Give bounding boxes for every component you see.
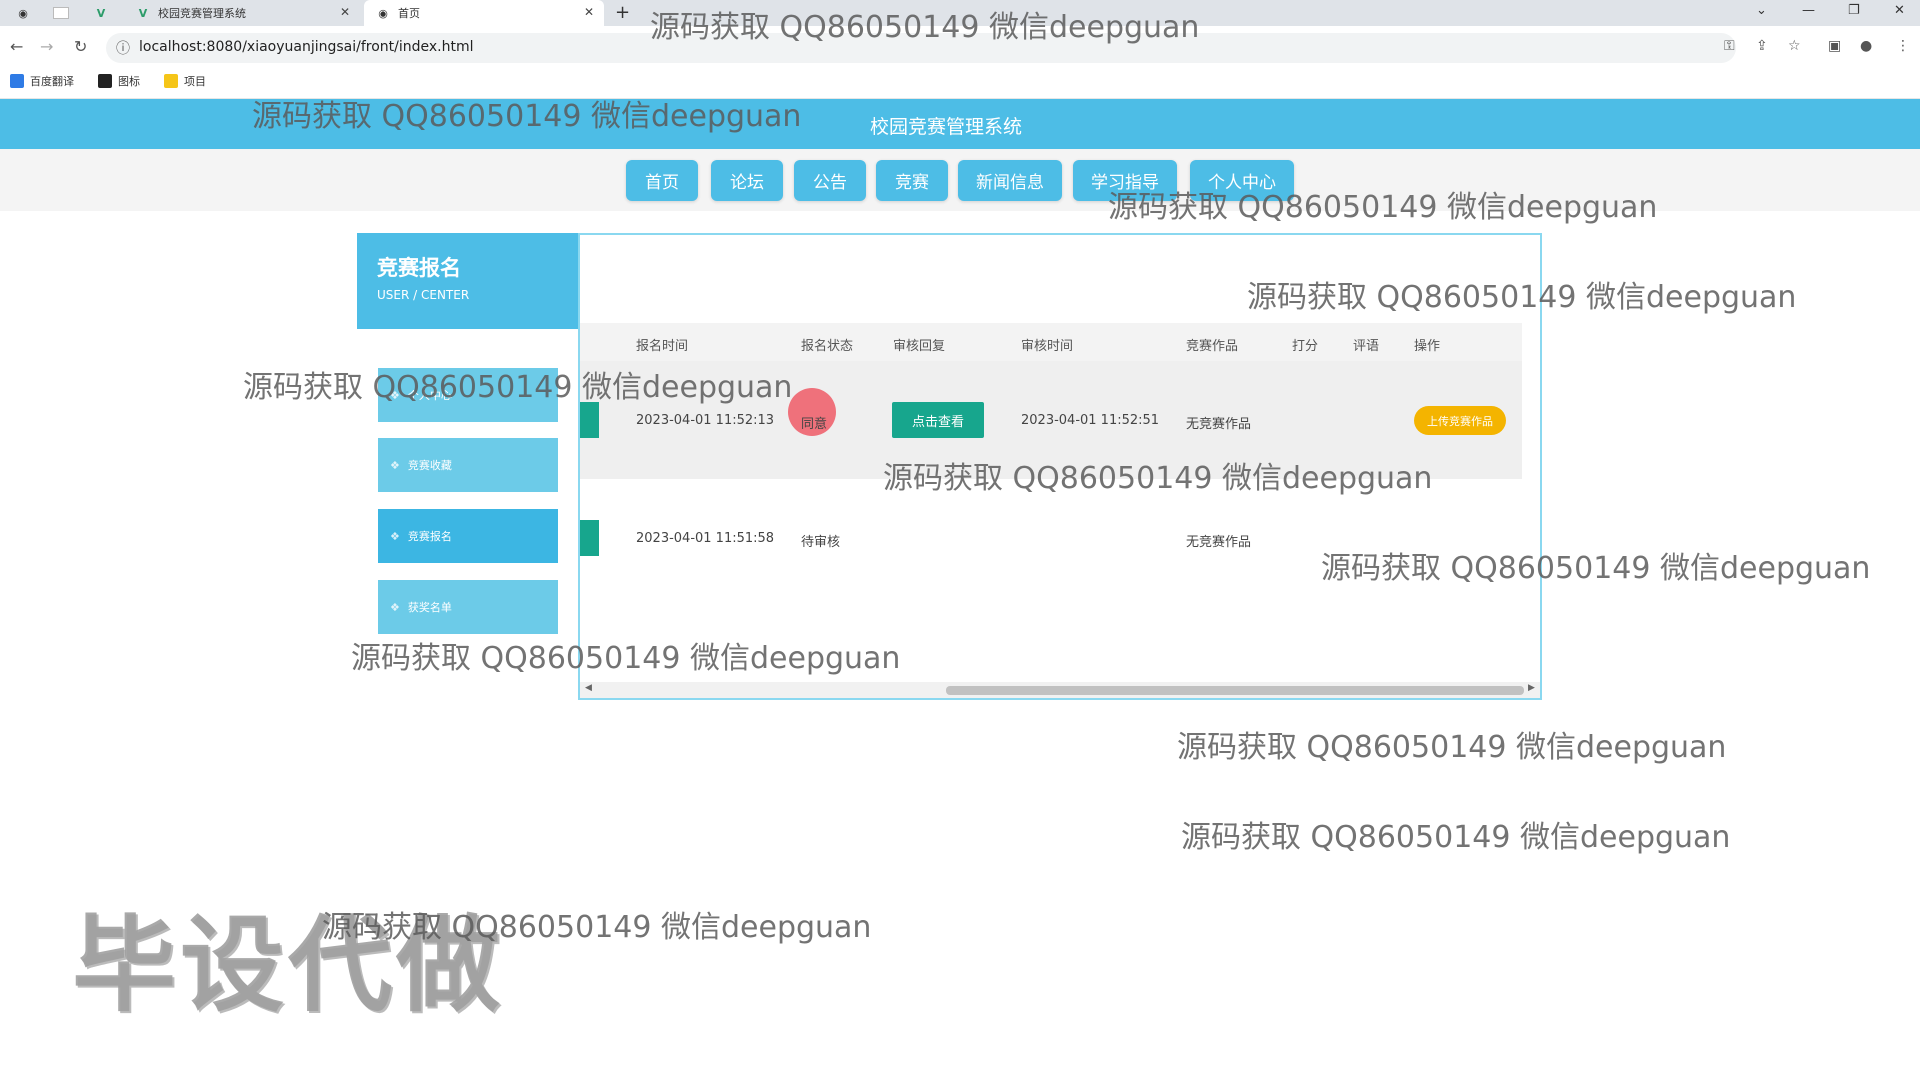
pinned-tab[interactable]: ◉ (8, 0, 38, 26)
bookmark-label: 图标 (118, 75, 140, 88)
row-action-button[interactable] (580, 520, 599, 556)
vue-logo-icon: V (96, 6, 106, 20)
bookmark-item[interactable]: 图标 (98, 73, 140, 89)
column-header: 评语 (1353, 339, 1380, 354)
sidebar-item-label: 获奖名单 (407, 601, 452, 614)
pinned-tab[interactable] (46, 0, 76, 26)
share-icon[interactable]: ⇪ (1756, 38, 1768, 54)
tab-home[interactable]: ◉ 首页 ✕ (364, 0, 604, 26)
blank-page-icon (53, 7, 69, 19)
view-reply-button[interactable]: 点击查看 (892, 402, 984, 438)
watermark-text: 源码获取 QQ86050149 微信deepguan (1321, 551, 1871, 586)
restore-button[interactable]: ❐ (1848, 3, 1860, 18)
registration-status: 待审核 (801, 535, 841, 550)
upload-work-button[interactable]: 上传竞赛作品 (1414, 406, 1506, 435)
minimize-button[interactable]: — (1802, 3, 1815, 18)
watermark-text: 源码获取 QQ86050149 微信deepguan (322, 910, 872, 945)
watermark-text: 源码获取 QQ86050149 微信deepguan (243, 370, 793, 405)
bookmark-label: 项目 (184, 75, 206, 88)
column-header: 审核回复 (893, 339, 946, 354)
scroll-right-arrow-icon[interactable]: ▶ (1528, 683, 1535, 693)
review-time: 2023-04-01 11:52:51 (1021, 413, 1160, 428)
watermark-text: 源码获取 QQ86050149 微信deepguan (1177, 730, 1727, 765)
vue-logo-icon: V (138, 6, 148, 20)
registration-time: 2023-04-01 11:52:13 (636, 413, 775, 428)
nav-item-forum[interactable]: 论坛 (711, 160, 783, 201)
menu-dots-icon[interactable]: ⋮ (1896, 38, 1910, 54)
tab-search-icon[interactable]: ⌄ (1756, 3, 1767, 18)
scrollbar-thumb[interactable] (946, 686, 1524, 695)
sidebar-item-award-list[interactable]: ❖ 获奖名单 (378, 580, 558, 634)
sidebar-subtitle: USER / CENTER (377, 288, 470, 302)
watermark-text: 源码获取 QQ86050149 微信deepguan (1181, 820, 1731, 855)
profile-icon[interactable]: ● (1860, 38, 1872, 54)
sidebar-item-label: 竞赛收藏 (407, 459, 452, 472)
pinned-tab[interactable]: V (86, 0, 116, 26)
sidebar-item-label: 竞赛报名 (407, 530, 452, 543)
menu-item-icon: ❖ (390, 458, 400, 472)
globe-icon: ◉ (378, 6, 388, 20)
star-icon[interactable]: ☆ (1788, 38, 1801, 54)
translate-icon (10, 74, 24, 88)
watermark-text: 源码获取 QQ86050149 微信deepguan (252, 99, 802, 134)
close-tab-icon[interactable]: ✕ (340, 5, 350, 19)
close-window-button[interactable]: ✕ (1894, 3, 1905, 18)
folder-icon (164, 74, 178, 88)
column-header: 报名时间 (636, 339, 689, 354)
column-header: 竞赛作品 (1186, 339, 1239, 354)
column-header: 报名状态 (801, 339, 854, 354)
site-title: 校园竞赛管理系统 (870, 116, 1023, 138)
watermark-text: 源码获取 QQ86050149 微信deepguan (351, 641, 901, 676)
competition-work: 无竞赛作品 (1186, 535, 1252, 550)
bookmark-item[interactable]: 项目 (164, 73, 206, 89)
bookmark-label: 百度翻译 (30, 75, 74, 88)
sidebar-item-registration[interactable]: ❖ 竞赛报名 (378, 509, 558, 563)
row-action-button[interactable] (580, 402, 599, 438)
sidebar-title: 竞赛报名 (377, 256, 461, 280)
new-tab-button[interactable]: + (615, 2, 630, 23)
nav-item-notice[interactable]: 公告 (794, 160, 866, 201)
watermark-text: 源码获取 QQ86050149 微信deepguan (883, 461, 1433, 496)
watermark-text: 源码获取 QQ86050149 微信deepguan (1108, 190, 1658, 225)
menu-item-icon: ❖ (390, 600, 400, 614)
globe-icon: ◉ (18, 6, 28, 20)
key-icon[interactable]: ⚿ (1724, 38, 1735, 54)
reload-icon[interactable]: ↻ (74, 37, 87, 56)
forward-arrow-icon[interactable]: → (40, 37, 53, 56)
column-header: 操作 (1414, 339, 1441, 354)
tab-title: 校园竞赛管理系统 (158, 7, 246, 20)
tab-title: 首页 (398, 7, 420, 20)
close-tab-icon[interactable]: ✕ (584, 5, 594, 19)
column-header: 审核时间 (1021, 339, 1074, 354)
menu-item-icon: ❖ (390, 529, 400, 543)
registration-time: 2023-04-01 11:51:58 (636, 531, 775, 546)
bookmark-item[interactable]: 百度翻译 (10, 73, 74, 89)
nav-item-home[interactable]: 首页 (626, 160, 698, 201)
registration-status: 同意 (801, 417, 828, 432)
tab-competition-system[interactable]: V 校园竞赛管理系统 ✕ (124, 0, 360, 26)
sidebar-item-favorites[interactable]: ❖ 竞赛收藏 (378, 438, 558, 492)
nav-item-competition[interactable]: 竞赛 (876, 160, 948, 201)
site-info-icon[interactable]: ⓘ (116, 38, 130, 58)
competition-work: 无竞赛作品 (1186, 417, 1252, 432)
image-icon (98, 74, 112, 88)
side-panel-icon[interactable]: ▣ (1828, 38, 1841, 54)
url-text: localhost:8080/xiaoyuanjingsai/front/ind… (139, 39, 474, 55)
nav-item-news[interactable]: 新闻信息 (958, 160, 1062, 201)
watermark-text: 源码获取 QQ86050149 微信deepguan (650, 10, 1200, 45)
back-arrow-icon[interactable]: ← (10, 37, 23, 56)
scroll-left-arrow-icon[interactable]: ◀ (585, 683, 592, 693)
column-header: 打分 (1292, 339, 1319, 354)
watermark-text: 源码获取 QQ86050149 微信deepguan (1247, 280, 1797, 315)
